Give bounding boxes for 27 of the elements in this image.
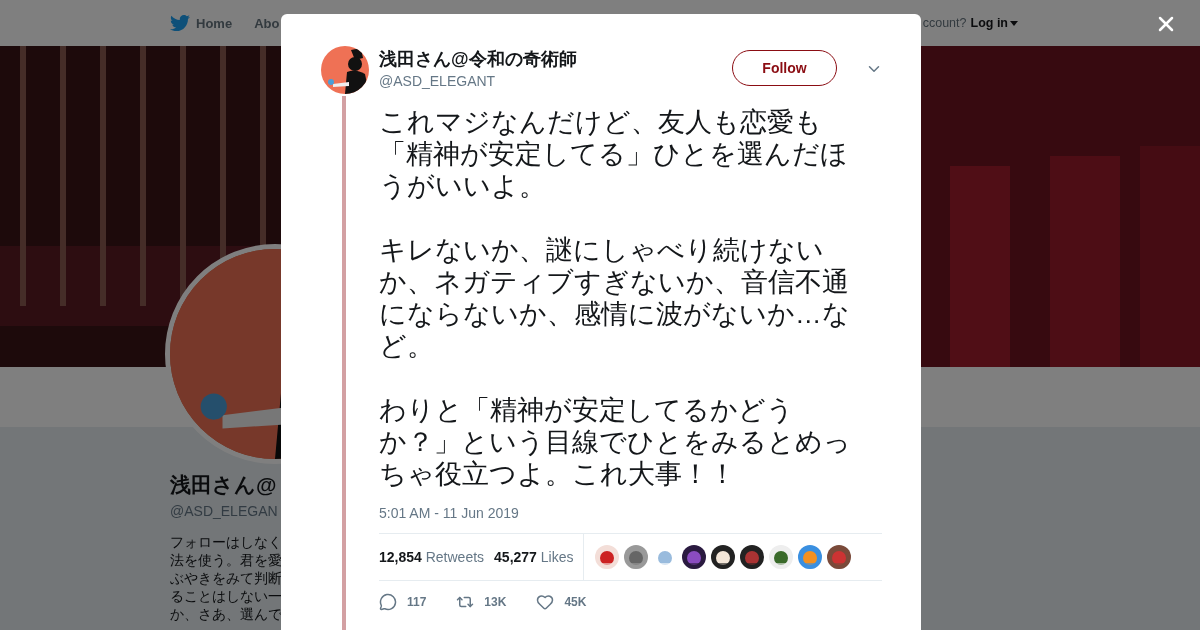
profile-name: 浅田さん@ <box>170 472 277 498</box>
heart-icon[interactable] <box>536 593 555 611</box>
bio-line: 法を使う。君を愛 <box>170 551 282 569</box>
caret-icon <box>1010 20 1018 26</box>
bird-icon <box>170 13 190 33</box>
nav-link[interactable]: Abo <box>254 15 280 31</box>
action-count: 117 <box>407 595 427 609</box>
timestamp[interactable]: 5:01 AM - 11 Jun 2019 <box>379 505 883 521</box>
like-count[interactable]: 45,277 Likes <box>494 549 574 565</box>
bio-line: か、さあ、選んで <box>170 605 282 623</box>
bio-line: ることはしない一 <box>170 587 282 605</box>
reply-icon[interactable] <box>379 593 397 611</box>
login-link[interactable]: Log in <box>970 16 1018 30</box>
liker-avatar[interactable] <box>682 545 707 569</box>
action-count: 45K <box>564 595 587 609</box>
bio-line: ぶやきをみて判断 <box>170 569 282 587</box>
liker-avatar[interactable] <box>827 545 852 569</box>
tweet-text: わりと「精神が安定してるかどうか？」という目線でひとをみるとめっちゃ役立つよ。これ大事！！ <box>379 394 852 490</box>
nav-link[interactable]: Home <box>170 13 233 33</box>
liker-avatar[interactable] <box>711 545 736 569</box>
liker-avatar[interactable] <box>740 545 765 569</box>
retweet-count[interactable]: 12,854 Retweets <box>379 549 485 565</box>
bio-line: フォローはしなく <box>170 533 282 551</box>
profile-handle: @ASD_ELEGAN <box>170 503 278 519</box>
account-prompt: ccount? <box>922 16 967 30</box>
liker-avatar[interactable] <box>769 545 794 569</box>
action-count: 13K <box>484 595 507 609</box>
